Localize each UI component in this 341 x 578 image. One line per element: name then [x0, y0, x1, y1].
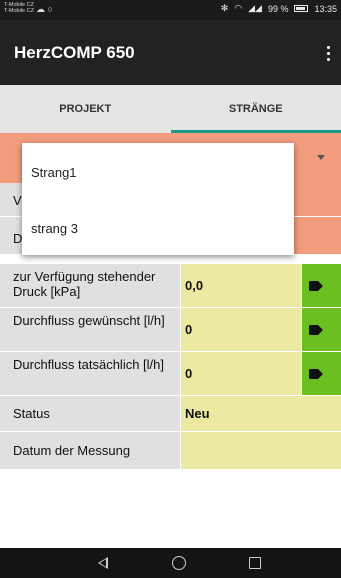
tab-straenge[interactable]: STRÄNGE	[170, 85, 341, 133]
strang-dropdown-menu: Strang1 strang 3	[22, 143, 294, 255]
row-value[interactable]: 0	[181, 308, 301, 352]
table-row: Durchfluss gewünscht [l/h] 0	[0, 308, 341, 352]
row-label: zur Verfügung stehender Druck [kPa]	[0, 264, 181, 308]
tag-icon	[309, 280, 324, 291]
carrier-line-2: T-Mobile CZ	[4, 8, 34, 14]
edit-pressure-button[interactable]	[301, 264, 341, 308]
dropdown-arrow-icon[interactable]	[317, 155, 325, 160]
measurement-date-value[interactable]	[181, 432, 341, 470]
tab-bar: PROJEKT STRÄNGE	[0, 85, 341, 133]
back-icon[interactable]	[98, 557, 108, 569]
row-label: Durchfluss tatsächlich [l/h]	[0, 352, 181, 396]
battery-percent: 99 %	[267, 3, 289, 14]
app-bar: HerzCOMP 650	[0, 20, 341, 85]
dropdown-option-strang1[interactable]: Strang1	[31, 165, 77, 180]
row-label: Durchfluss gewünscht [l/h]	[0, 308, 181, 352]
status-value: Neu	[181, 396, 341, 432]
recent-apps-icon[interactable]	[249, 557, 261, 569]
signal-icon: ◢◢	[248, 3, 262, 13]
notification-icons: ☁ ○	[36, 4, 53, 14]
app-title: HerzCOMP 650	[14, 43, 135, 62]
system-nav-bar	[0, 548, 341, 578]
status-right: ✻ ◠ ◢◢ 99 % 13:35	[221, 3, 337, 14]
table-row: Durchfluss tatsächlich [l/h] 0	[0, 352, 341, 396]
dropdown-option-strang3[interactable]: strang 3	[31, 221, 78, 236]
row-value[interactable]: 0	[181, 352, 301, 396]
status-bar: T-Mobile CZ T-Mobile CZ ☁ ○ ✻ ◠ ◢◢ 99 % …	[0, 0, 341, 20]
carrier-info: T-Mobile CZ T-Mobile CZ	[4, 2, 34, 14]
edit-flow-actual-button[interactable]	[301, 352, 341, 396]
battery-icon	[294, 5, 309, 12]
row-value[interactable]: 0,0	[181, 264, 301, 308]
tab-projekt[interactable]: PROJEKT	[0, 85, 171, 133]
edit-flow-desired-button[interactable]	[301, 308, 341, 352]
tag-icon	[309, 368, 324, 379]
row-label: Status	[0, 396, 181, 432]
home-icon[interactable]	[172, 556, 186, 570]
overflow-menu-icon[interactable]	[323, 46, 333, 64]
table-row: Datum der Messung	[0, 432, 341, 470]
table-row: zur Verfügung stehender Druck [kPa] 0,0	[0, 264, 341, 308]
tag-icon	[309, 324, 324, 335]
wifi-icon: ◠	[234, 3, 243, 13]
bluetooth-icon: ✻	[220, 3, 229, 13]
clock: 13:35	[314, 3, 337, 14]
row-label: Datum der Messung	[0, 432, 181, 470]
table-row: Status Neu	[0, 396, 341, 432]
